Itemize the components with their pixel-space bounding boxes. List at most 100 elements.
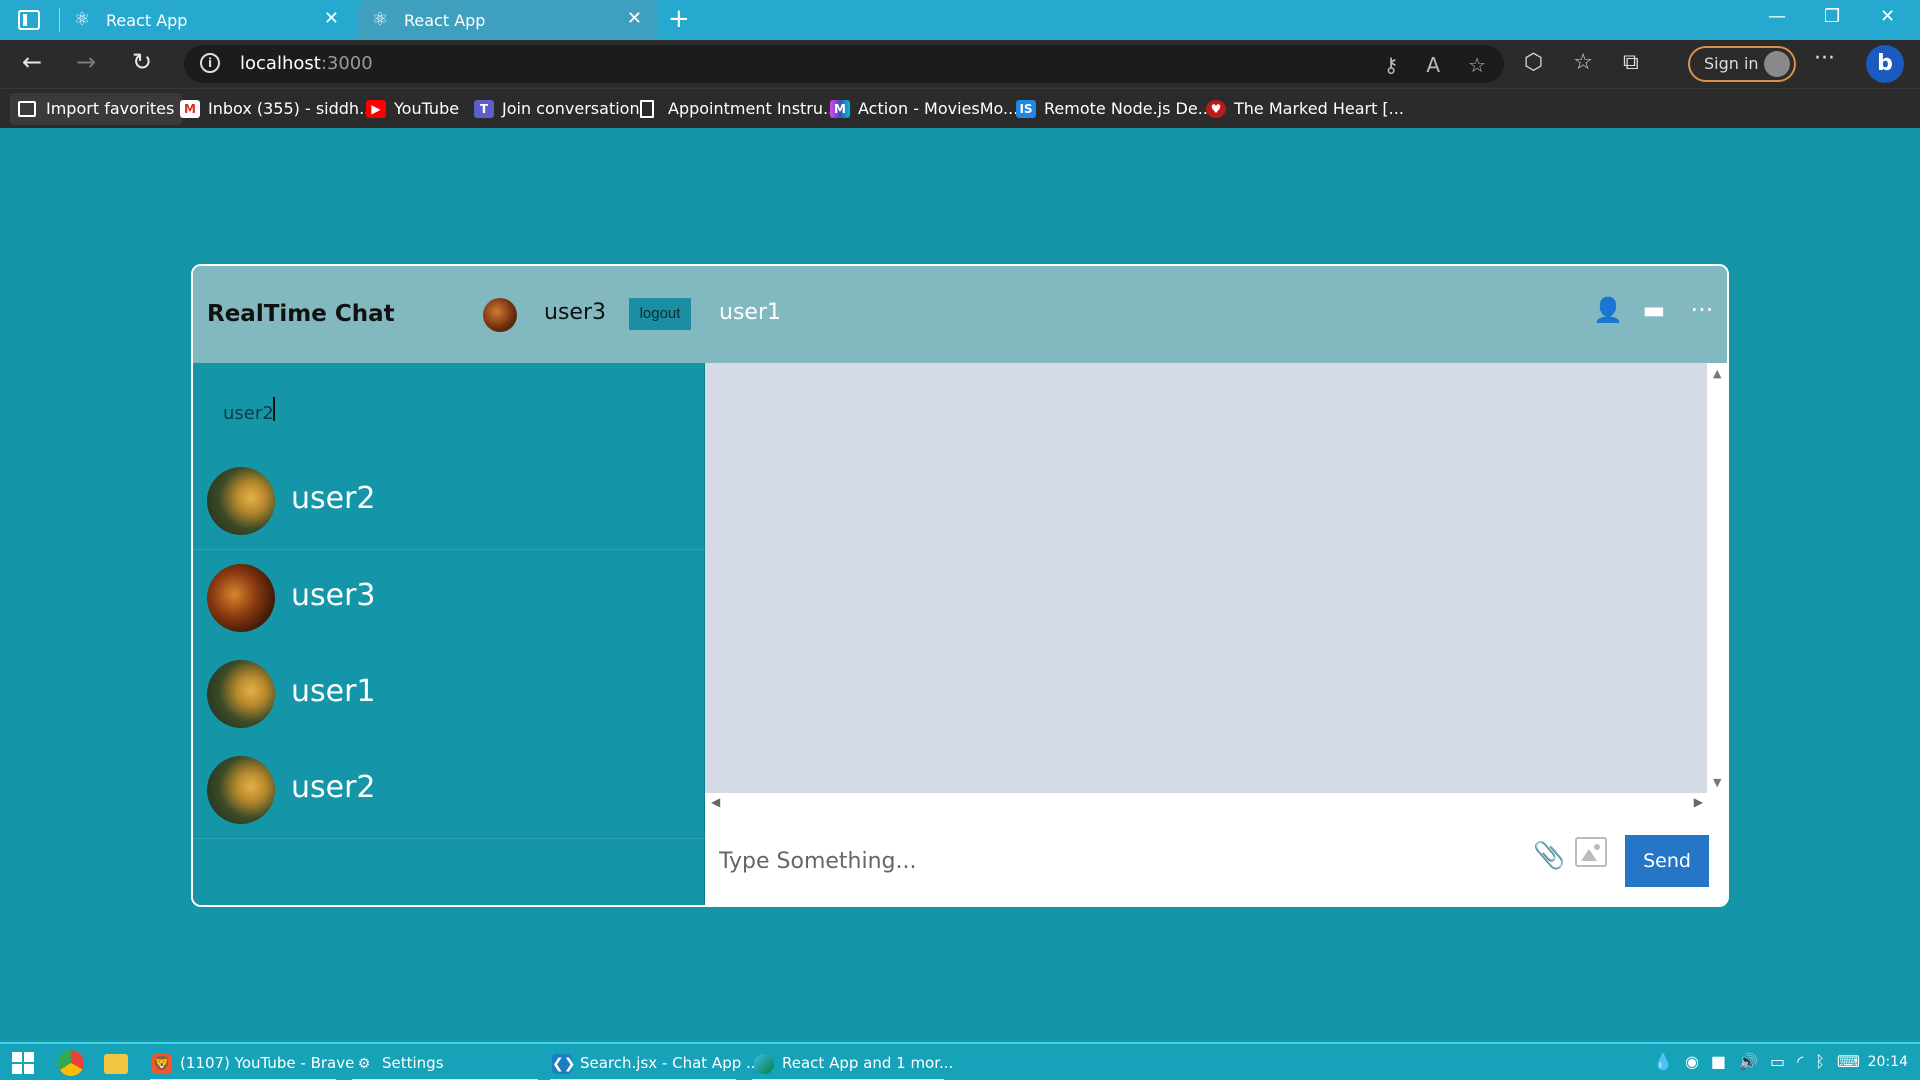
more-options-icon[interactable]: ··· <box>1814 46 1835 71</box>
close-window-icon[interactable]: ✕ <box>1880 6 1895 27</box>
import-favorites-label: Import favorites <box>46 99 175 118</box>
message-input[interactable] <box>719 843 1499 879</box>
taskbar-label: Settings <box>382 1054 444 1072</box>
favorite-gmail[interactable]: M Inbox (355) - siddh... <box>180 93 374 125</box>
attach-file-icon[interactable]: 📎 <box>1533 841 1565 871</box>
chat-header: user1 👤 ▬ ··· <box>705 266 1727 363</box>
collections-icon[interactable]: ⧉ <box>1623 50 1639 75</box>
windows-start-icon[interactable] <box>12 1052 34 1074</box>
extensions-icon[interactable]: ⬡ <box>1524 50 1543 75</box>
favorites-bar: Import favorites M Inbox (355) - siddh..… <box>0 88 1920 128</box>
toolbar-icons: ⬡ ☆ ⧉ <box>1524 50 1639 75</box>
favorite-remote-node[interactable]: IS Remote Node.js De... <box>1016 93 1213 125</box>
favorite-appointment[interactable]: Appointment Instru... <box>640 93 838 125</box>
bing-copilot-icon[interactable]: b <box>1866 45 1904 83</box>
dropbox-icon[interactable]: 💧 <box>1653 1052 1673 1071</box>
favorite-label: The Marked Heart [... <box>1234 99 1404 118</box>
favorite-label: Join conversation <box>502 99 640 118</box>
refresh-icon[interactable]: ↻ <box>132 48 152 76</box>
scroll-down-icon[interactable]: ▼ <box>1713 776 1721 789</box>
sign-in-button[interactable]: Sign in <box>1688 46 1796 82</box>
scroll-left-icon[interactable]: ◀ <box>711 795 720 809</box>
video-call-icon[interactable]: ▬ <box>1641 296 1667 324</box>
current-user-avatar <box>483 298 517 332</box>
minimize-icon[interactable]: — <box>1768 6 1786 27</box>
favorites-icon[interactable]: ☆ <box>1573 50 1593 75</box>
user-search <box>193 363 705 453</box>
taskbar-label: React App and 1 mor... <box>782 1054 954 1072</box>
scroll-up-icon[interactable]: ▲ <box>1713 367 1721 380</box>
browser-tab-2-active[interactable]: ⚛ React App ✕ <box>358 0 658 40</box>
react-icon: ⚛ <box>371 9 389 30</box>
keyboard-icon[interactable]: ⌨ <box>1837 1052 1860 1071</box>
restore-icon[interactable]: ❐ <box>1824 6 1840 27</box>
send-button[interactable]: Send <box>1625 835 1709 887</box>
wifi-icon[interactable]: ◜ <box>1797 1052 1803 1071</box>
chrome-icon[interactable] <box>58 1050 84 1076</box>
address-bar-row: ← → ↻ i localhost:3000 ⚷ A ☆ ⬡ ☆ ⧉ Sign … <box>0 40 1920 88</box>
user-name: user1 <box>291 674 376 709</box>
tab-actions-icon[interactable] <box>18 10 40 30</box>
volume-icon[interactable]: 🔊 <box>1738 1052 1758 1071</box>
add-user-icon[interactable]: 👤 <box>1593 296 1623 324</box>
browser-tab-1[interactable]: ⚛ React App ✕ <box>60 0 355 40</box>
profile-avatar-icon <box>1764 51 1790 77</box>
import-favorites-button[interactable]: Import favorites <box>10 93 183 125</box>
sidebar: RealTime Chat user3 logout user2 user3 u… <box>193 266 705 905</box>
chat-list-item[interactable]: user3 <box>193 550 705 646</box>
taskbar-label: (1107) YouTube - Brave <box>180 1054 355 1072</box>
site-info-icon[interactable]: i <box>200 53 220 73</box>
battery-icon[interactable]: ▭ <box>1770 1052 1785 1071</box>
close-tab-icon[interactable]: ✕ <box>627 8 642 29</box>
favorite-teams[interactable]: T Join conversation <box>474 93 640 125</box>
chat-list-item[interactable]: user2 <box>193 742 705 838</box>
favorite-label: Action - MoviesMo... <box>858 99 1019 118</box>
url-actions: ⚷ A ☆ <box>1384 53 1486 77</box>
user-avatar <box>207 660 275 728</box>
url-host: localhost <box>240 53 321 74</box>
taskbar-clock[interactable]: 20:14 <box>1868 1054 1908 1070</box>
taskbar-item-settings[interactable]: ⚙ Settings <box>352 1044 538 1080</box>
app-brand: RealTime Chat <box>207 301 395 327</box>
add-image-icon[interactable] <box>1575 837 1607 867</box>
sign-in-label: Sign in <box>1704 54 1759 73</box>
read-aloud-icon[interactable]: A <box>1426 53 1440 77</box>
scroll-right-icon[interactable]: ▶ <box>1694 795 1703 809</box>
chat-header-actions: 👤 ▬ ··· <box>1593 296 1715 324</box>
more-icon[interactable]: ··· <box>1689 296 1715 324</box>
nvidia-icon[interactable]: ■ <box>1711 1052 1726 1071</box>
settings-gear-icon: ⚙ <box>357 1056 371 1072</box>
messages-area[interactable]: ▲ ▼ <box>705 363 1727 793</box>
user-avatar <box>207 756 275 824</box>
vscode-icon: ❮❯ <box>552 1054 576 1074</box>
bluetooth-icon[interactable]: ᛒ <box>1815 1052 1825 1071</box>
chat-list-item[interactable]: user1 <box>193 646 705 742</box>
teams-icon: T <box>474 100 494 118</box>
chat-app-container: RealTime Chat user3 logout user2 user3 u… <box>191 264 1729 907</box>
horizontal-scrollbar[interactable]: ◀ ▶ <box>705 793 1727 813</box>
key-icon[interactable]: ⚷ <box>1384 53 1399 77</box>
favorite-marked-heart[interactable]: ♥ The Marked Heart [... <box>1206 93 1404 125</box>
taskbar-label: Search.jsx - Chat App ... <box>580 1054 761 1072</box>
taskbar-item-brave[interactable]: 🦁 (1107) YouTube - Brave <box>150 1044 354 1080</box>
search-input[interactable] <box>223 399 673 427</box>
search-result-item[interactable]: user2 <box>193 453 705 549</box>
add-favorite-icon[interactable]: ☆ <box>1468 53 1486 77</box>
file-explorer-icon[interactable] <box>104 1054 128 1074</box>
browser-tab-bar: ⚛ React App ✕ ⚛ React App ✕ + — ❐ ✕ <box>0 0 1920 40</box>
logout-button[interactable]: logout <box>629 298 691 330</box>
react-icon: ⚛ <box>73 9 91 30</box>
url-field[interactable]: i localhost:3000 ⚷ A ☆ <box>184 45 1504 83</box>
active-chat-name: user1 <box>719 300 781 325</box>
close-tab-icon[interactable]: ✕ <box>324 8 339 29</box>
favorite-movies[interactable]: M Action - MoviesMo... <box>830 93 1018 125</box>
taskbar-item-edge[interactable]: React App and 1 mor... <box>752 1044 953 1080</box>
back-icon[interactable]: ← <box>22 48 42 76</box>
edge-icon <box>754 1054 774 1074</box>
taskbar-item-vscode[interactable]: ❮❯ Search.jsx - Chat App ... <box>550 1044 760 1080</box>
color-app-icon[interactable]: ◉ <box>1685 1052 1699 1071</box>
forward-icon[interactable]: → <box>76 48 96 76</box>
vertical-scrollbar[interactable]: ▲ ▼ <box>1707 363 1727 793</box>
favorite-youtube[interactable]: ▶ YouTube <box>366 93 459 125</box>
new-tab-icon[interactable]: + <box>668 4 690 34</box>
